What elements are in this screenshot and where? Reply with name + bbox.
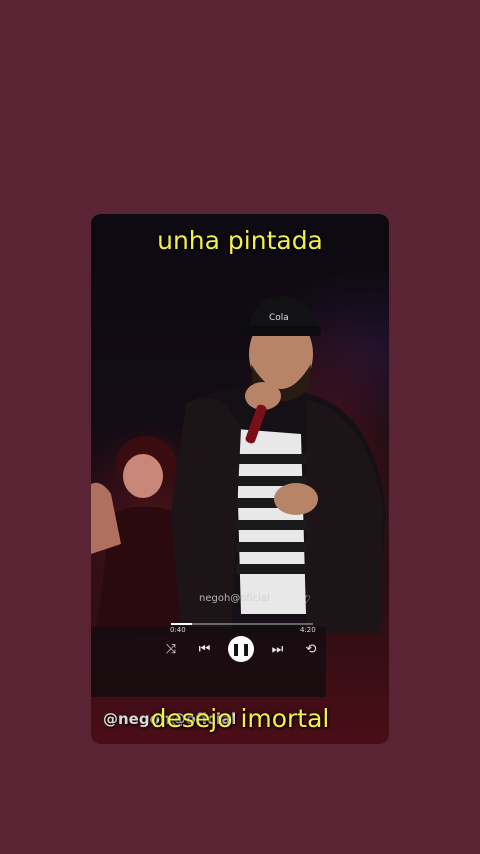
player-artist-handle: negoh@oficial xyxy=(199,593,270,604)
lyric-line-bottom: desejo imortal xyxy=(150,704,330,733)
progress-fill xyxy=(171,623,193,625)
skip-previous-icon[interactable]: ⏮ xyxy=(195,642,215,657)
heart-icon[interactable]: ♡ xyxy=(301,593,311,606)
lyric-line-top: unha pintada xyxy=(157,226,323,255)
shuffle-icon[interactable]: ⤨ xyxy=(161,642,181,657)
pause-icon: ❚❚ xyxy=(230,642,252,656)
svg-text:Cola: Cola xyxy=(269,313,289,323)
time-total: 4:20 xyxy=(300,626,316,634)
repeat-icon[interactable]: ⟲ xyxy=(301,642,321,657)
video-frame[interactable]: Cola unha pintada negoh@oficial ♡ 0:40 4… xyxy=(91,214,389,744)
progress-bar[interactable] xyxy=(171,623,313,625)
time-elapsed: 0:40 xyxy=(170,626,186,634)
skip-next-icon[interactable]: ⏭ xyxy=(268,642,288,657)
playback-controls: ⤨ ⏮ ❚❚ ⏭ ⟲ xyxy=(161,634,321,664)
pause-button[interactable]: ❚❚ xyxy=(228,636,254,662)
